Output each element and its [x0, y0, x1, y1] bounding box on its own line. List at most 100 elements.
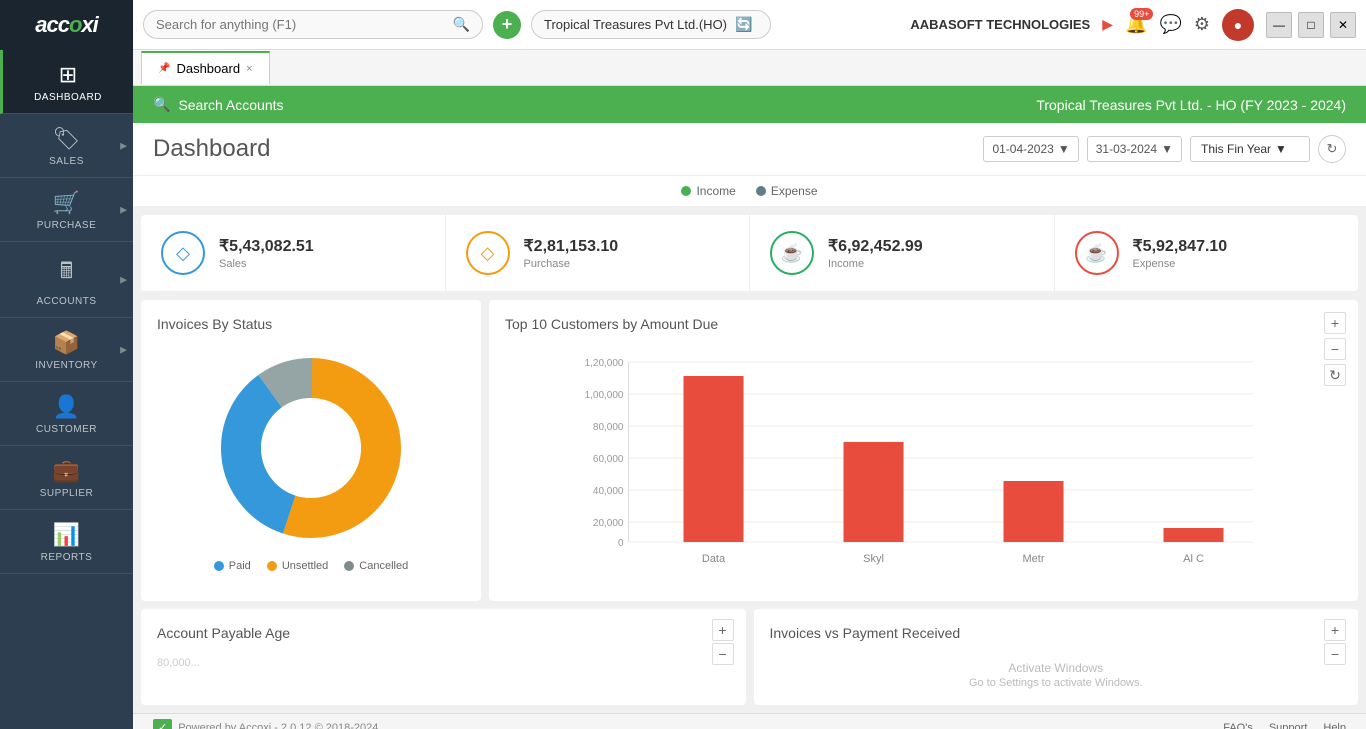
page-title: Dashboard	[153, 135, 270, 163]
inv-vs-payment-title: Invoices vs Payment Received	[770, 625, 1343, 641]
tab-pin-icon: 📌	[158, 63, 170, 74]
sidebar-item-sales[interactable]: 🏷 SALES ▶	[0, 114, 133, 178]
settings[interactable]: ⚙	[1194, 14, 1210, 35]
svg-text:1,00,000: 1,00,000	[585, 390, 624, 401]
payable-collapse-button[interactable]: −	[712, 643, 734, 665]
sidebar-item-label: CUSTOMER	[36, 424, 97, 435]
svg-text:20,000: 20,000	[593, 518, 624, 529]
tab-dashboard[interactable]: 📌 Dashboard ×	[141, 51, 270, 84]
faq-link[interactable]: FAQ's	[1223, 722, 1253, 729]
refresh-chart-button[interactable]: ↻	[1324, 364, 1346, 386]
stat-sales[interactable]: ◇ ₹5,43,082.51 Sales	[141, 215, 446, 291]
support-link[interactable]: Support	[1269, 722, 1308, 729]
top-customers-panel: Top 10 Customers by Amount Due + − ↻	[489, 300, 1358, 601]
topbar: 🔍 + Tropical Treasures Pvt Ltd.(HO) 🔄 AA…	[133, 0, 1366, 50]
chevron-down-icon: ▼	[1275, 142, 1287, 156]
inv-collapse-button[interactable]: −	[1324, 643, 1346, 665]
footer: ✓ Powered by Accoxi - 2.0.12 © 2018-2024…	[133, 713, 1366, 729]
accounts-icon: 🖩	[60, 254, 73, 292]
search-accounts-label: Search Accounts	[178, 97, 283, 113]
close-button[interactable]: ✕	[1330, 12, 1356, 38]
sales-amount: ₹5,43,082.51	[219, 236, 314, 256]
svg-text:80,000: 80,000	[593, 422, 624, 433]
chevron-right-icon: ▶	[120, 344, 127, 355]
inventory-icon: 📦	[53, 330, 80, 356]
collapse-button[interactable]: −	[1324, 338, 1346, 360]
logo-text: accoxi	[35, 12, 98, 38]
search-box[interactable]: 🔍	[143, 10, 483, 39]
bar-chart-title: Top 10 Customers by Amount Due	[505, 316, 1342, 332]
help-link[interactable]: Help	[1323, 722, 1346, 729]
sidebar-item-dashboard[interactable]: ⊞ DASHBOARD	[0, 50, 133, 114]
tab-close-icon[interactable]: ×	[246, 63, 252, 75]
payable-title: Account Payable Age	[157, 625, 730, 641]
sidebar-item-purchase[interactable]: 🛒 PURCHASE ▶	[0, 178, 133, 242]
payable-expand-button[interactable]: +	[712, 619, 734, 641]
tab-bar: 📌 Dashboard ×	[133, 50, 1366, 86]
stat-sales-info: ₹5,43,082.51 Sales	[219, 236, 314, 270]
expand-button[interactable]: +	[1324, 312, 1346, 334]
footer-branding: ✓ Powered by Accoxi - 2.0.12 © 2018-2024	[153, 719, 378, 729]
chevron-right-icon: ▶	[120, 204, 127, 215]
minimize-button[interactable]: —	[1266, 12, 1292, 38]
company-selector[interactable]: Tropical Treasures Pvt Ltd.(HO) 🔄	[531, 10, 771, 39]
notification-badge: 99+	[1130, 8, 1153, 20]
stats-row: ◇ ₹5,43,082.51 Sales ◇ ₹2,81,153.10 Purc…	[141, 215, 1358, 292]
inv-expand-button[interactable]: +	[1324, 619, 1346, 641]
reports-icon: 📊	[53, 522, 80, 548]
company-name: Tropical Treasures Pvt Ltd.(HO)	[544, 17, 727, 32]
maximize-button[interactable]: □	[1298, 12, 1324, 38]
sales-stat-icon: ◇	[161, 231, 205, 275]
sidebar-item-customer[interactable]: 👤 CUSTOMER	[0, 382, 133, 446]
search-input[interactable]	[156, 17, 453, 32]
notifications[interactable]: 🔔 99+	[1125, 14, 1147, 35]
date-to-picker[interactable]: 31-03-2024 ▼	[1087, 136, 1182, 162]
cancelled-label: Cancelled	[359, 560, 408, 572]
date-to-value: 31-03-2024	[1096, 142, 1157, 156]
sidebar-item-accounts[interactable]: 🖩 ACCOUNTS ▶	[0, 242, 133, 318]
svg-text:Skyl: Skyl	[863, 553, 884, 565]
messages[interactable]: 💬	[1159, 14, 1181, 35]
chevron-right-icon: ▶	[120, 274, 127, 285]
chevron-right-icon: ▶	[120, 140, 127, 151]
stat-expense[interactable]: ☕ ₹5,92,847.10 Expense	[1055, 215, 1359, 291]
income-label: Income	[828, 258, 923, 270]
income-label: Income	[696, 184, 735, 198]
paid-legend: Paid	[214, 560, 251, 572]
refresh-button[interactable]: ↻	[1318, 135, 1346, 163]
footer-links: FAQ's Support Help	[1223, 722, 1346, 729]
sidebar-item-inventory[interactable]: 📦 INVENTORY ▶	[0, 318, 133, 382]
topbar-right: AABASOFT TECHNOLOGIES ▶ 🔔 99+ 💬 ⚙ ● — □ …	[910, 9, 1356, 41]
dashboard-header: Dashboard 01-04-2023 ▼ 31-03-2024 ▼ This…	[133, 123, 1366, 176]
user-company: AABASOFT TECHNOLOGIES	[910, 17, 1090, 32]
expense-dot	[756, 186, 766, 196]
cancelled-legend: Cancelled	[344, 560, 408, 572]
sidebar-item-reports[interactable]: 📊 REPORTS	[0, 510, 133, 574]
bar-skyl	[844, 442, 904, 542]
activate-windows-msg: Activate Windows Go to Settings to activ…	[770, 661, 1343, 689]
invoices-vs-payment-panel: Invoices vs Payment Received + − Activat…	[754, 609, 1359, 705]
expense-legend: Expense	[756, 184, 818, 198]
stat-income-info: ₹6,92,452.99 Income	[828, 236, 923, 270]
sales-icon: 🏷	[53, 126, 81, 152]
add-button[interactable]: +	[493, 11, 521, 39]
period-dropdown[interactable]: This Fin Year ▼	[1190, 136, 1310, 162]
footer-powered-by: Powered by Accoxi - 2.0.12 © 2018-2024	[178, 722, 378, 729]
supplier-icon: 💼	[53, 458, 80, 484]
date-from-value: 01-04-2023	[992, 142, 1053, 156]
refresh-icon: 🔄	[735, 16, 752, 33]
search-accounts-btn[interactable]: 🔍 Search Accounts	[153, 96, 284, 113]
charts-row: Invoices By Status	[141, 300, 1358, 601]
paid-dot	[214, 561, 224, 571]
donut-legend: Paid Unsettled Cancelled	[214, 560, 408, 572]
unsettled-label: Unsettled	[282, 560, 328, 572]
sidebar-item-supplier[interactable]: 💼 SUPPLIER	[0, 446, 133, 510]
stat-income[interactable]: ☕ ₹6,92,452.99 Income	[750, 215, 1055, 291]
stat-purchase[interactable]: ◇ ₹2,81,153.10 Purchase	[446, 215, 751, 291]
chevron-down-icon: ▼	[1058, 142, 1070, 156]
search-accounts-icon: 🔍	[153, 96, 170, 113]
date-from-picker[interactable]: 01-04-2023 ▼	[983, 136, 1078, 162]
sidebar: accoxi ⊞ DASHBOARD 🏷 SALES ▶ 🛒 PURCHASE …	[0, 0, 133, 729]
svg-text:60,000: 60,000	[593, 454, 624, 465]
bar-alc	[1164, 528, 1224, 542]
